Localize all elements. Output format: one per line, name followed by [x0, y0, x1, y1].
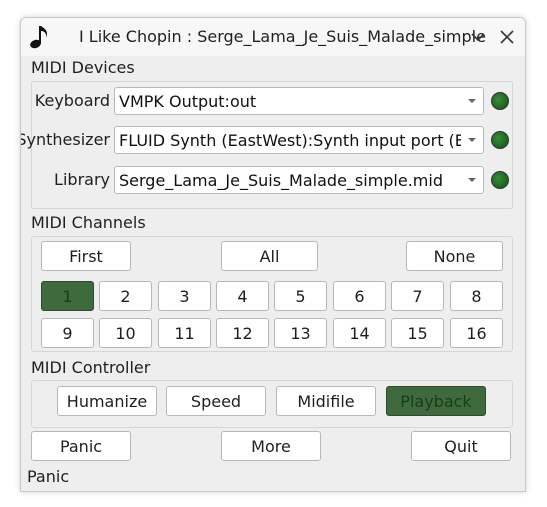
channel-4-button[interactable]: 4: [216, 281, 269, 311]
synthesizer-label: Synthesizer: [20, 130, 110, 149]
more-button[interactable]: More: [221, 431, 321, 461]
playback-button[interactable]: Playback: [386, 386, 486, 416]
channel-12-button[interactable]: 12: [216, 318, 269, 348]
midi-channels-label: MIDI Channels: [31, 213, 146, 232]
speed-button[interactable]: Speed: [166, 386, 266, 416]
keyboard-status-led: [491, 92, 509, 110]
library-label: Library: [54, 170, 110, 189]
close-icon: [500, 30, 514, 44]
dropdown-arrow-icon: [461, 127, 483, 153]
midi-controller-group: Humanize Speed Midifile Playback: [31, 380, 513, 428]
minimize-button[interactable]: [466, 25, 490, 49]
channel-6-button[interactable]: 6: [333, 281, 386, 311]
channel-2-button[interactable]: 2: [99, 281, 152, 311]
channel-9-button[interactable]: 9: [41, 318, 94, 348]
midi-controller-label: MIDI Controller: [31, 358, 151, 377]
humanize-button[interactable]: Humanize: [57, 386, 157, 416]
channel-3-button[interactable]: 3: [158, 281, 211, 311]
quit-button[interactable]: Quit: [411, 431, 511, 461]
synthesizer-status-led: [491, 131, 509, 149]
synthesizer-combo[interactable]: FLUID Synth (EastWest):Synth input port …: [114, 126, 484, 154]
channel-7-button[interactable]: 7: [391, 281, 444, 311]
midi-devices-group: Keyboard VMPK Output:out Synthesizer FLU…: [21, 81, 513, 209]
synthesizer-value: FLUID Synth (EastWest):Synth input port …: [119, 131, 484, 150]
dropdown-arrow-icon: [461, 167, 483, 193]
music-note-icon: [30, 26, 48, 49]
channel-11-button[interactable]: 11: [158, 318, 211, 348]
close-button[interactable]: [495, 25, 519, 49]
library-combo[interactable]: Serge_Lama_Je_Suis_Malade_simple.mid: [114, 166, 484, 194]
title-bar: I Like Chopin : Serge_Lama_Je_Suis_Malad…: [21, 18, 525, 56]
channel-10-button[interactable]: 10: [99, 318, 152, 348]
all-button[interactable]: All: [221, 241, 318, 271]
channel-1-button[interactable]: 1: [41, 281, 94, 311]
first-button[interactable]: First: [41, 241, 131, 271]
channel-8-button[interactable]: 8: [450, 281, 503, 311]
window-title: I Like Chopin : Serge_Lama_Je_Suis_Malad…: [79, 27, 486, 46]
library-value: Serge_Lama_Je_Suis_Malade_simple.mid: [119, 171, 443, 190]
none-button[interactable]: None: [406, 241, 503, 271]
channel-14-button[interactable]: 14: [333, 318, 386, 348]
keyboard-value: VMPK Output:out: [119, 92, 257, 111]
chevron-down-icon: [471, 33, 485, 42]
midifile-button[interactable]: Midifile: [276, 386, 376, 416]
keyboard-label: Keyboard: [34, 91, 110, 110]
channel-15-button[interactable]: 15: [391, 318, 444, 348]
midi-devices-label: MIDI Devices: [31, 58, 135, 77]
library-status-led: [491, 171, 509, 189]
channel-16-button[interactable]: 16: [450, 318, 503, 348]
channel-13-button[interactable]: 13: [274, 318, 327, 348]
channel-5-button[interactable]: 5: [274, 281, 327, 311]
panic-button[interactable]: Panic: [31, 431, 131, 461]
midi-channels-group: First All None 1 2 3 4 5 6 7 8 9 10 11 1…: [31, 236, 513, 352]
status-bar-text: Panic: [27, 467, 70, 486]
keyboard-combo[interactable]: VMPK Output:out: [114, 87, 484, 115]
dropdown-arrow-icon: [461, 88, 483, 114]
app-window: I Like Chopin : Serge_Lama_Je_Suis_Malad…: [20, 17, 526, 492]
